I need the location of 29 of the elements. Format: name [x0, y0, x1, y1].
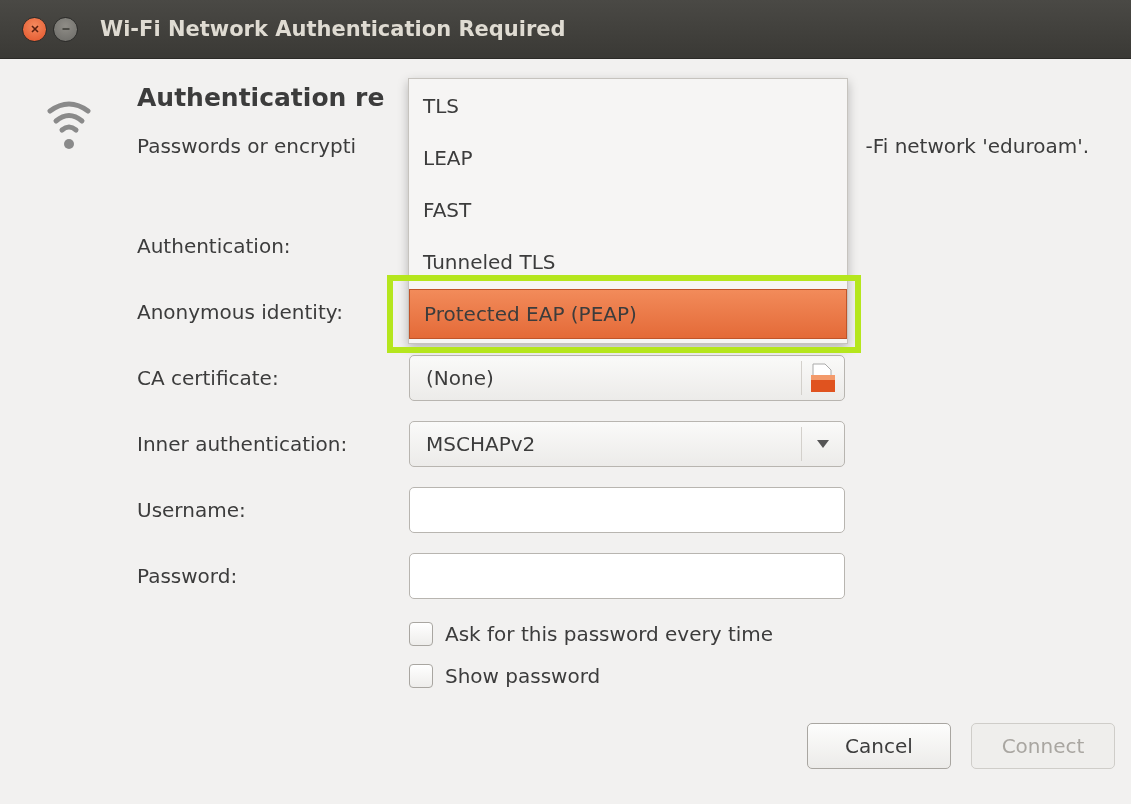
close-button[interactable] — [22, 16, 47, 42]
document-icon — [810, 363, 836, 393]
file-chooser-button[interactable]: (None) — [409, 355, 845, 401]
checkbox[interactable] — [409, 664, 433, 688]
caret-icon — [817, 440, 829, 448]
input-field[interactable] — [409, 487, 845, 533]
input-field[interactable] — [409, 553, 845, 599]
field-label: Inner authentication: — [137, 432, 349, 456]
checkbox-label: Show password — [445, 664, 601, 688]
dropdown[interactable]: MSCHAPv2 — [409, 421, 845, 467]
field-label: Authentication: — [137, 234, 292, 258]
menu-item[interactable]: Protected EAP (PEAP) — [409, 289, 847, 339]
checkbox[interactable] — [409, 622, 433, 646]
menu-item[interactable]: LEAP — [409, 133, 847, 185]
description-text: Passwords or encrypti — [137, 133, 357, 160]
checkbox-label: Ask for this password every time — [445, 622, 774, 646]
cancel-button[interactable]: Cancel — [807, 723, 951, 769]
description-text: -Fi network 'eduroam'. — [865, 133, 1089, 160]
dialog-heading: Authentication re — [137, 82, 385, 114]
field-label: Anonymous identity: — [137, 300, 344, 324]
menu-item[interactable]: TLS — [409, 81, 847, 133]
close-icon — [29, 24, 40, 34]
minimize-button[interactable] — [53, 16, 78, 42]
field-label: Password: — [137, 564, 239, 588]
menu-item[interactable]: FAST — [409, 185, 847, 237]
window-title: Wi-Fi Network Authentication Required — [100, 17, 566, 41]
menu-item[interactable]: Tunneled TLS — [409, 237, 847, 289]
field-label: CA certificate: — [137, 366, 280, 390]
field-label: Username: — [137, 498, 247, 522]
